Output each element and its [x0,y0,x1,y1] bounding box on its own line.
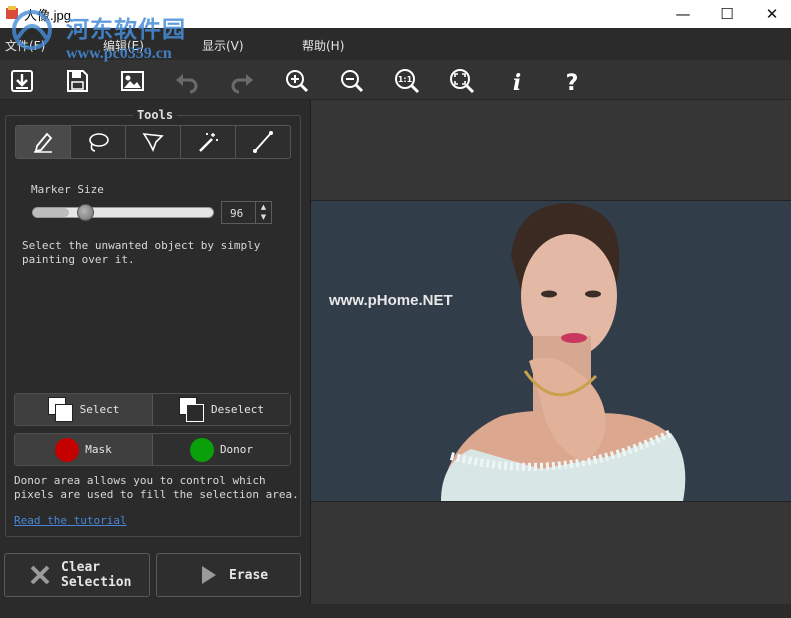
redo-icon [231,74,253,94]
spin-down-icon[interactable]: ▼ [256,212,271,222]
info-button[interactable]: i [500,64,534,98]
tools-title: Tools [132,108,178,122]
play-icon [202,566,216,584]
selection-mode-group: Select Deselect [14,393,291,426]
marker-size-value: 96 [230,207,244,220]
close-x-icon [30,565,50,585]
marker-icon [34,132,53,153]
image-button[interactable] [115,64,149,98]
zoom-out-button[interactable] [335,64,369,98]
image-watermark: www.pHome.NET [329,292,453,309]
undo-button[interactable] [170,64,204,98]
redo-button[interactable] [225,64,259,98]
marker-tool-button[interactable] [16,126,71,158]
select-mode-icon [47,396,74,423]
undo-icon [176,74,198,94]
clear-selection-label: Clear Selection [61,560,132,590]
zoom-fit-icon [450,69,475,94]
watermark-site-url: www.pc0359.cn [66,45,172,62]
spinbox-arrows[interactable]: ▲ ▼ [255,202,271,223]
tools-panel: Tools Marker Size 96 ▲ ▼ Select the unwa… [0,100,310,618]
deselect-mode-icon [179,396,205,423]
help-button[interactable]: ? [555,64,589,98]
polygon-lasso-tool-button[interactable] [126,126,181,158]
svg-text:i: i [513,70,521,94]
zoom-out-icon [341,70,364,93]
select-mode-label: Select [79,403,120,416]
tool-selector [15,125,291,159]
help-icon: ? [566,71,579,94]
lasso-icon [89,133,109,152]
clear-selection-button[interactable]: Clear Selection [4,553,150,597]
donor-mode-label: Donor [219,443,254,456]
marker-size-slider-handle[interactable] [76,204,94,221]
area-mode-group: Mask Donor [14,433,291,466]
minimize-button[interactable]: — [660,0,706,28]
spin-up-icon[interactable]: ▲ [256,202,271,212]
deselect-mode-label: Deselect [211,403,264,416]
tool-instructions: Select the unwanted object by simply pai… [22,239,261,266]
svg-text:?: ? [566,71,579,94]
zoom-actual-button[interactable]: 1:1 [390,64,424,98]
zoom-in-button[interactable] [280,64,314,98]
zoom-actual-icon: 1:1 [395,69,420,94]
watermark-site-name: 河东软件园 [66,17,186,43]
image-canvas[interactable]: www.pHome.NET [310,100,791,604]
donor-color-icon [189,437,214,462]
import-icon [11,70,33,92]
lasso-tool-button[interactable] [71,126,126,158]
portrait-photo [441,203,686,501]
erase-button[interactable]: Erase [156,553,301,597]
save-icon [67,70,88,92]
status-bar [0,604,791,618]
close-button[interactable]: ✕ [749,0,791,28]
marker-size-label: Marker Size [31,183,104,196]
toolbar: 1:1 i ? [0,60,791,100]
marker-size-spinbox[interactable]: 96 ▲ ▼ [221,201,272,224]
line-icon [253,131,273,153]
menu-view[interactable]: 显示(V) [202,37,244,54]
menu-help[interactable]: 帮助(H) [302,37,344,54]
photo[interactable]: www.pHome.NET [311,200,791,502]
deselect-mode-button[interactable]: Deselect [153,394,290,425]
zoom-in-icon [286,70,309,93]
erase-label: Erase [229,567,269,583]
mask-mode-button[interactable]: Mask [15,434,153,465]
mask-mode-label: Mask [85,443,112,456]
zoom-fit-button[interactable] [445,64,479,98]
line-tool-button[interactable] [236,126,290,158]
save-button[interactable] [60,64,94,98]
marker-size-slider[interactable] [32,207,214,218]
watermark-logo-icon [12,10,52,50]
info-icon: i [513,70,521,94]
image-icon [121,71,144,91]
polygon-lasso-icon [142,133,164,152]
svg-text:1:1: 1:1 [398,75,413,84]
maximize-button[interactable]: ☐ [704,0,750,28]
marker-size-slider-fill [33,208,69,217]
mask-color-icon [55,437,80,462]
magic-wand-icon [199,133,218,152]
donor-help-text: Donor area allows you to control which p… [14,474,299,501]
tutorial-link[interactable]: Read the tutorial [14,514,127,527]
import-button[interactable] [5,64,39,98]
donor-mode-button[interactable]: Donor [153,434,290,465]
select-mode-button[interactable]: Select [15,394,153,425]
magic-wand-tool-button[interactable] [181,126,236,158]
